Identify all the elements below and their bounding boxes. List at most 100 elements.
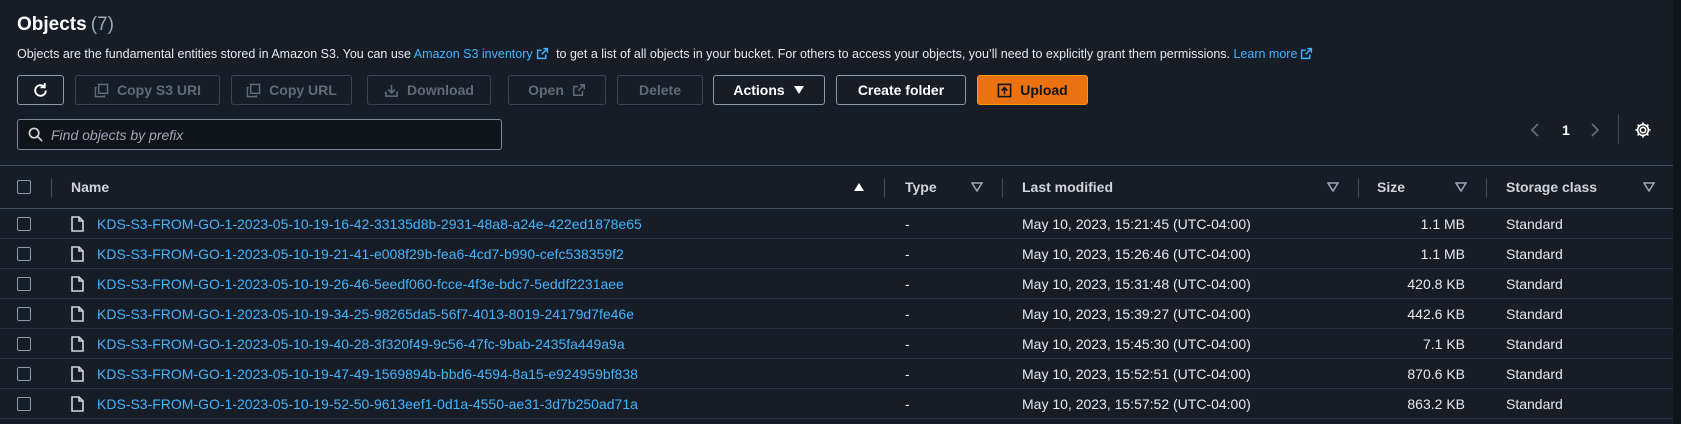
object-last-modified: May 10, 2023, 15:39:27 (UTC-04:00) [1022, 306, 1251, 322]
learn-more-link[interactable]: Learn more [1233, 47, 1297, 61]
table-body: KDS-S3-FROM-GO-1-2023-05-10-19-16-42-331… [0, 209, 1673, 419]
object-storage-class: Standard [1506, 276, 1563, 292]
row-checkbox[interactable] [17, 359, 31, 389]
object-type: - [905, 276, 910, 292]
sort-icon[interactable] [1455, 182, 1467, 192]
open-label: Open [528, 82, 564, 98]
object-type: - [905, 246, 910, 262]
column-header-storage-class[interactable]: Storage class [1506, 166, 1597, 208]
object-name-link[interactable]: KDS-S3-FROM-GO-1-2023-05-10-19-52-50-961… [97, 389, 638, 419]
external-link-icon [572, 84, 585, 96]
table-row[interactable]: KDS-S3-FROM-GO-1-2023-05-10-19-34-25-982… [0, 299, 1673, 329]
table-row[interactable]: KDS-S3-FROM-GO-1-2023-05-10-19-52-50-961… [0, 389, 1673, 419]
title-text: Objects [17, 14, 87, 35]
actions-dropdown[interactable]: Actions [713, 75, 825, 105]
column-divider [884, 178, 885, 198]
table-header: Name Type Last modified Size Storage cla… [0, 165, 1673, 209]
object-last-modified: May 10, 2023, 15:45:30 (UTC-04:00) [1022, 336, 1251, 352]
external-link-icon [1301, 47, 1313, 60]
next-page-button[interactable] [1590, 119, 1600, 141]
object-size: 442.6 KB [1407, 306, 1465, 322]
row-checkbox[interactable] [17, 209, 31, 239]
search-box[interactable] [17, 119, 502, 150]
file-icon [71, 389, 84, 419]
object-name-link[interactable]: KDS-S3-FROM-GO-1-2023-05-10-19-34-25-982… [97, 299, 634, 329]
object-size: 1.1 MB [1420, 246, 1465, 262]
sort-icon[interactable] [1643, 182, 1655, 192]
column-header-last-modified[interactable]: Last modified [1022, 166, 1113, 208]
object-count: (7) [90, 14, 114, 35]
file-icon [71, 299, 84, 329]
copy-s3-uri-button[interactable]: Copy S3 URI [75, 75, 220, 105]
object-last-modified: May 10, 2023, 15:21:45 (UTC-04:00) [1022, 216, 1251, 232]
row-checkbox[interactable] [17, 389, 31, 419]
select-all-checkbox[interactable] [17, 166, 31, 208]
column-header-type[interactable]: Type [905, 166, 937, 208]
object-last-modified: May 10, 2023, 15:31:48 (UTC-04:00) [1022, 276, 1251, 292]
column-header-size[interactable]: Size [1377, 166, 1405, 208]
description: Objects are the fundamental entities sto… [17, 47, 1317, 61]
external-link-icon [536, 47, 548, 60]
table-row[interactable]: KDS-S3-FROM-GO-1-2023-05-10-19-47-49-156… [0, 359, 1673, 389]
table-row[interactable]: KDS-S3-FROM-GO-1-2023-05-10-19-26-46-5ee… [0, 269, 1673, 299]
row-checkbox[interactable] [17, 239, 31, 269]
copy-icon [246, 83, 261, 97]
file-icon [71, 239, 84, 269]
open-button[interactable]: Open [508, 75, 606, 105]
table-row[interactable]: KDS-S3-FROM-GO-1-2023-05-10-19-16-42-331… [0, 209, 1673, 239]
copy-url-button[interactable]: Copy URL [231, 75, 352, 105]
chevron-right-icon [1591, 123, 1600, 137]
object-name-link[interactable]: KDS-S3-FROM-GO-1-2023-05-10-19-21-41-e00… [97, 239, 624, 269]
object-size: 870.6 KB [1407, 366, 1465, 382]
object-name-link[interactable]: KDS-S3-FROM-GO-1-2023-05-10-19-26-46-5ee… [97, 269, 624, 299]
search-input[interactable] [51, 126, 491, 143]
file-icon [71, 359, 84, 389]
row-checkbox[interactable] [17, 269, 31, 299]
column-divider [1358, 178, 1359, 198]
caret-down-icon [793, 86, 804, 94]
column-header-name[interactable]: Name [71, 166, 109, 208]
description-text-before: Objects are the fundamental entities sto… [17, 47, 414, 61]
table-row[interactable]: KDS-S3-FROM-GO-1-2023-05-10-19-21-41-e00… [0, 239, 1673, 269]
object-type: - [905, 366, 910, 382]
delete-button[interactable]: Delete [617, 75, 703, 105]
page-title: Objects (7) [17, 14, 114, 36]
sort-icon[interactable] [971, 182, 983, 192]
pagination-divider [1618, 114, 1619, 144]
refresh-icon [34, 82, 47, 97]
row-checkbox[interactable] [17, 299, 31, 329]
object-size: 1.1 MB [1420, 216, 1465, 232]
download-button[interactable]: Download [367, 75, 491, 105]
current-page[interactable]: 1 [1562, 119, 1570, 141]
inventory-link[interactable]: Amazon S3 inventory [414, 47, 533, 61]
gear-icon [1635, 122, 1651, 138]
previous-page-button[interactable] [1530, 119, 1540, 141]
upload-label: Upload [1020, 82, 1068, 98]
object-type: - [905, 216, 910, 232]
object-size: 863.2 KB [1407, 396, 1465, 412]
object-name-link[interactable]: KDS-S3-FROM-GO-1-2023-05-10-19-16-42-331… [97, 209, 642, 239]
upload-icon [997, 83, 1012, 97]
object-storage-class: Standard [1506, 336, 1563, 352]
object-size: 7.1 KB [1422, 336, 1465, 352]
objects-panel: Objects (7) Objects are the fundamental e… [0, 0, 1673, 424]
delete-label: Delete [638, 82, 682, 98]
row-checkbox[interactable] [17, 329, 31, 359]
column-divider [1486, 178, 1487, 198]
upload-button[interactable]: Upload [977, 75, 1088, 105]
object-name-link[interactable]: KDS-S3-FROM-GO-1-2023-05-10-19-40-28-3f3… [97, 329, 625, 359]
table-row[interactable]: KDS-S3-FROM-GO-1-2023-05-10-19-40-28-3f3… [0, 329, 1673, 359]
object-name-link[interactable]: KDS-S3-FROM-GO-1-2023-05-10-19-47-49-156… [97, 359, 638, 389]
object-last-modified: May 10, 2023, 15:52:51 (UTC-04:00) [1022, 366, 1251, 382]
object-type: - [905, 336, 910, 352]
chevron-left-icon [1530, 123, 1539, 137]
sort-icon[interactable] [1327, 182, 1339, 192]
file-icon [71, 269, 84, 299]
sort-ascending-icon[interactable] [853, 182, 865, 192]
create-folder-button[interactable]: Create folder [836, 75, 966, 105]
preferences-button[interactable] [1634, 119, 1652, 141]
refresh-button[interactable] [17, 75, 64, 105]
download-icon [385, 84, 398, 97]
objects-table: Name Type Last modified Size Storage cla… [0, 165, 1673, 419]
create-folder-label: Create folder [857, 82, 945, 98]
